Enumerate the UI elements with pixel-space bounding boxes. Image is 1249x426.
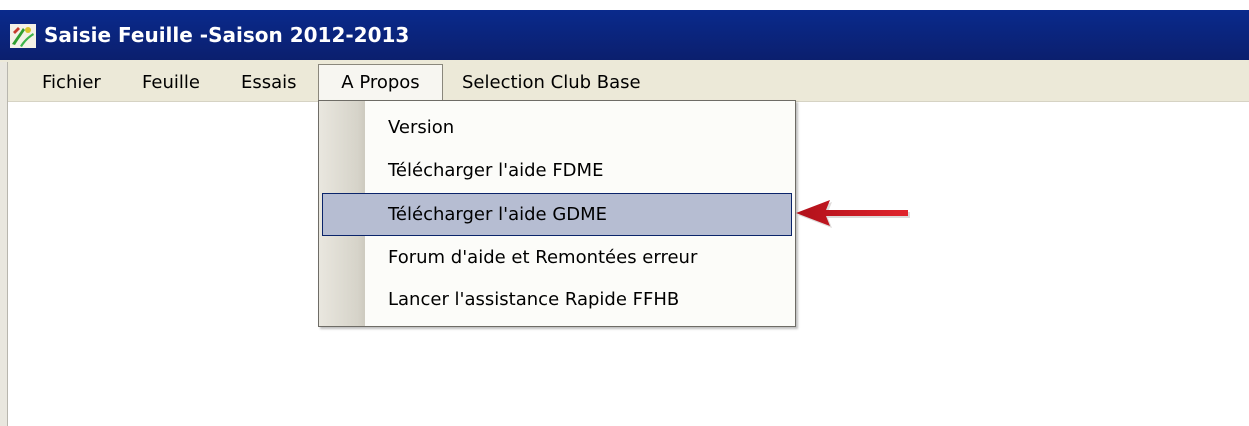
- window-title: Saisie Feuille -Saison 2012-2013: [44, 23, 410, 47]
- menu-feuille[interactable]: Feuille: [142, 66, 200, 100]
- menu-item-label: Télécharger l'aide FDME: [388, 160, 604, 181]
- window-left-border: [0, 62, 8, 426]
- menu-a-propos[interactable]: A Propos: [318, 64, 443, 102]
- app-logo-icon: [10, 24, 36, 48]
- menu-item-label: Forum d'aide et Remontées erreur: [388, 247, 698, 268]
- menu-essais[interactable]: Essais: [241, 66, 297, 100]
- menu-selection-club-base[interactable]: Selection Club Base: [462, 66, 641, 100]
- title-bar[interactable]: Saisie Feuille -Saison 2012-2013: [0, 10, 1249, 60]
- red-arrow-icon: [796, 200, 910, 228]
- a-propos-dropdown-menu: Version Télécharger l'aide FDME Téléchar…: [318, 100, 796, 327]
- menu-item-forum-aide[interactable]: Forum d'aide et Remontées erreur: [322, 238, 792, 278]
- menu-item-lancer-assistance[interactable]: Lancer l'assistance Rapide FFHB: [322, 280, 792, 320]
- menu-item-version[interactable]: Version: [322, 108, 792, 148]
- menu-item-telecharger-aide-gdme[interactable]: Télécharger l'aide GDME: [322, 193, 792, 236]
- window-top-edge: [0, 0, 1249, 10]
- menu-item-label: Lancer l'assistance Rapide FFHB: [388, 289, 680, 310]
- menu-fichier[interactable]: Fichier: [42, 66, 101, 100]
- menu-item-label: Télécharger l'aide GDME: [388, 204, 608, 225]
- menu-item-label: Version: [388, 117, 455, 138]
- menu-bar: Fichier Feuille Essais A Propos Selectio…: [0, 60, 1249, 102]
- menu-item-telecharger-aide-fdme[interactable]: Télécharger l'aide FDME: [322, 151, 792, 191]
- application-window: Saisie Feuille -Saison 2012-2013 Fichier…: [0, 0, 1249, 426]
